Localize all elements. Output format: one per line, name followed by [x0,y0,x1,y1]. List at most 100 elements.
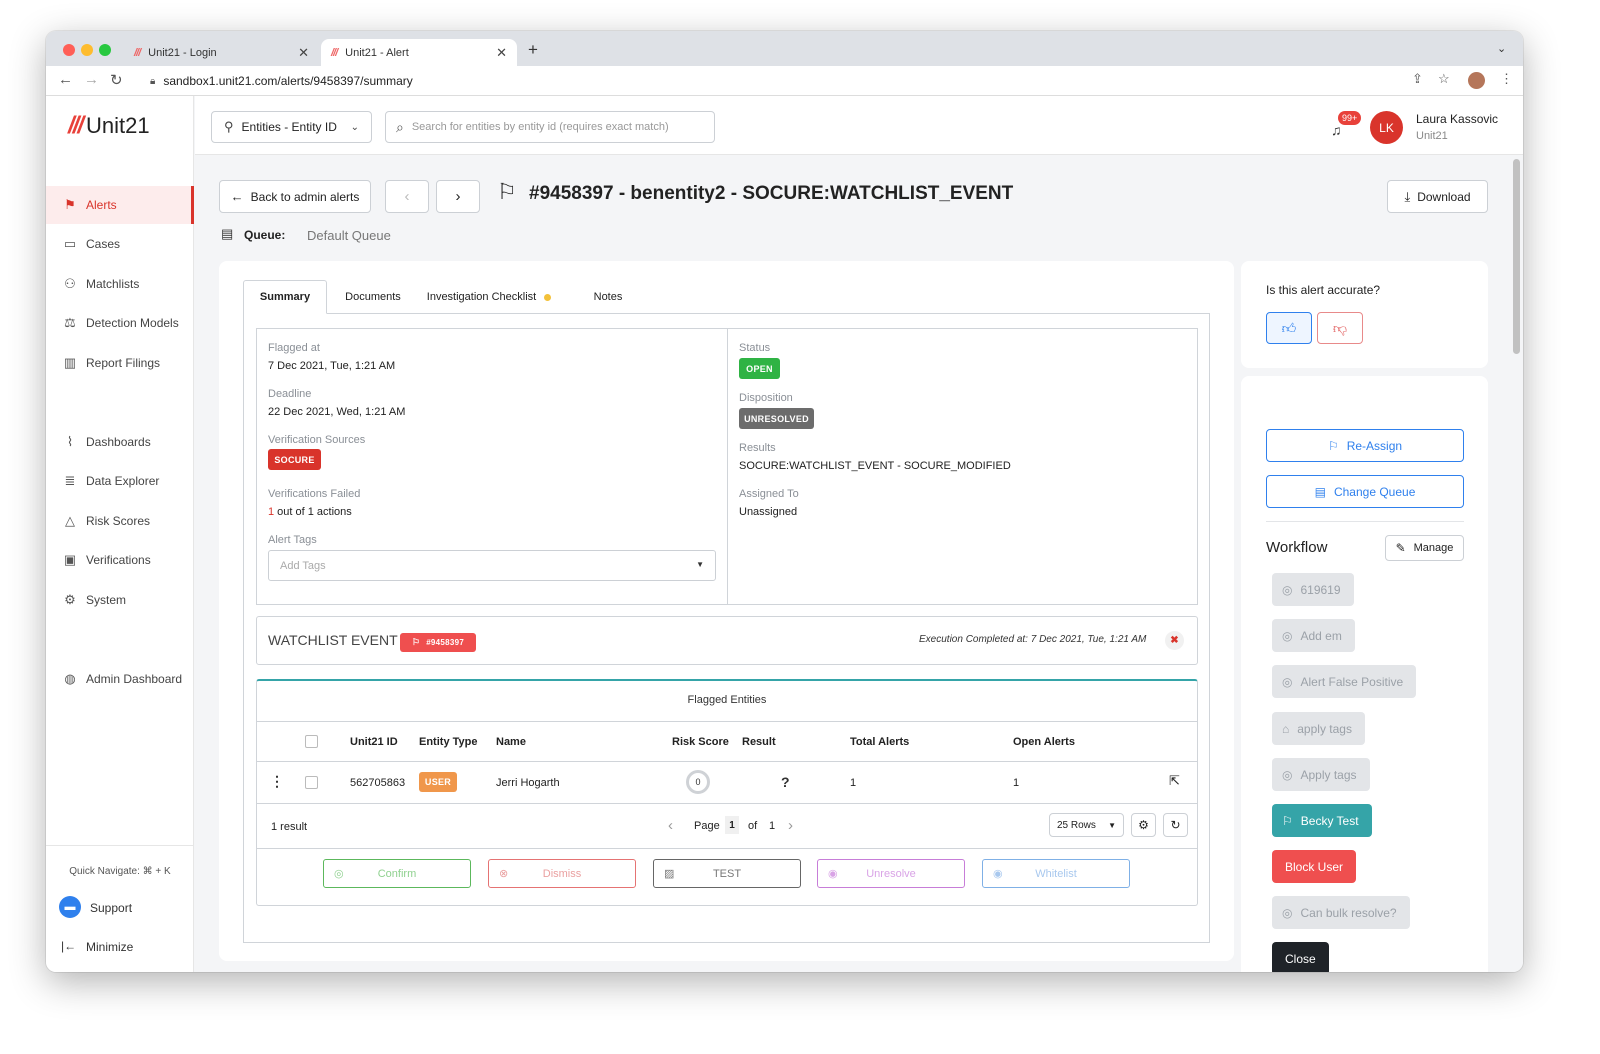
table-settings-button[interactable]: ⚙ [1131,813,1156,837]
change-queue-button[interactable]: ▤ Change Queue [1266,475,1464,508]
share-icon[interactable]: ⇪ [1412,71,1423,87]
column-header-name[interactable]: Name [496,736,526,748]
rows-per-page-select[interactable]: 25 Rows ▼ [1049,813,1124,837]
unresolve-button[interactable]: ◉ Unresolve [817,859,965,888]
table-divider [257,848,1197,849]
column-header-open-alerts[interactable]: Open Alerts [1013,736,1075,748]
page-number-input[interactable]: 1 [725,816,739,834]
cell-unit21-id[interactable]: 562705863 [350,777,405,789]
unit21-logo[interactable]: /// Unit21 [68,112,150,140]
support-chat-icon[interactable]: ▬ [59,896,81,918]
sidebar-item-report-filings[interactable]: ▥ Report Filings [46,344,194,382]
thumbs-down-button[interactable]: 👎︎ [1317,312,1363,344]
dismiss-button[interactable]: ⊗ Dismiss [488,859,636,888]
back-to-alerts-button[interactable]: ← Back to admin alerts [219,180,371,213]
sidebar-item-admin-dashboard[interactable]: ◍ Admin Dashboard [46,660,194,698]
open-external-icon[interactable]: ⇱ [1169,773,1180,789]
sidebar-item-matchlists[interactable]: ⚇ Matchlists [46,265,194,303]
sidebar-item-system[interactable]: ⚙ System [46,581,194,619]
zoom-window-button[interactable] [99,44,111,56]
tab-list-chevron-icon[interactable]: ⌄ [1497,42,1506,55]
tags-placeholder: Add Tags [280,560,326,572]
row-checkbox[interactable] [305,776,318,789]
support-link[interactable]: Support [90,901,132,915]
sidebar-item-detection-models[interactable]: ⚖ Detection Models [46,304,194,342]
whitelist-button[interactable]: ◉ Whitelist [982,859,1130,888]
reassign-button[interactable]: ⚐ Re-Assign [1266,429,1464,462]
can-bulk-resolve-button[interactable]: ◎ Can bulk resolve? [1272,896,1410,929]
minimize-window-button[interactable] [81,44,93,56]
workflow-button-619619[interactable]: ◎ 619619 [1272,573,1354,606]
total-pages: 1 [769,820,776,832]
workflow-label: 619619 [1300,582,1341,597]
sidebar-item-risk-scores[interactable]: △ Risk Scores [46,502,194,540]
chevron-right-icon: › [455,188,461,205]
column-header-total-alerts[interactable]: Total Alerts [850,736,909,748]
bell-icon[interactable]: ♫ [1331,122,1342,138]
column-header-unit21-id[interactable]: Unit21 ID [350,736,398,748]
forward-arrow-icon[interactable]: → [84,71,99,88]
column-header-entity-type[interactable]: Entity Type [419,736,477,748]
flagged-at-label: Flagged at [268,342,320,354]
close-tab-icon[interactable]: ✕ [496,45,507,61]
queue-value[interactable]: Default Queue [307,228,391,243]
minimize-sidebar-button[interactable]: Minimize [86,940,133,954]
workflow-button-apply-tags[interactable]: ⌂ apply tags [1272,712,1365,745]
sidebar-item-verifications[interactable]: ▣ Verifications [46,541,194,579]
new-tab-button[interactable]: + [528,40,538,60]
close-window-button[interactable] [63,44,75,56]
tab-notes[interactable]: Notes [583,280,633,314]
prev-page-chevron-icon[interactable]: ‹ [668,817,673,834]
row-menu-icon[interactable]: ⋮ [270,773,284,790]
scrollbar-thumb[interactable] [1513,159,1520,354]
workflow-button-add-em[interactable]: ◎ Add em [1272,619,1355,652]
thumbs-up-button[interactable]: 👍︎ [1266,312,1312,344]
alert-tags-select[interactable]: Add Tags ▼ [268,550,716,581]
address-bar[interactable]: 🔒︎ sandbox1.unit21.com/alerts/9458397/su… [142,69,1412,93]
results-label: Results [739,442,776,454]
column-header-risk-score[interactable]: Risk Score [672,736,729,748]
notification-count-badge: 99+ [1338,111,1362,125]
download-button[interactable]: ⤓ Download [1387,180,1488,213]
block-user-button[interactable]: Block User [1272,850,1357,883]
test-button[interactable]: ▨ TEST [653,859,801,888]
tab-documents[interactable]: Documents [335,280,411,314]
close-event-icon[interactable]: ✖ [1165,631,1184,650]
column-header-result[interactable]: Result [742,736,776,748]
manage-workflow-button[interactable]: ✎ Manage [1385,535,1464,561]
event-id-badge: ⚐ #9458397 [400,633,476,652]
refresh-table-button[interactable]: ↻ [1163,813,1188,837]
flag-icon: ⚐ [497,179,517,204]
sidebar-item-alerts[interactable]: ⚑ Alerts [46,186,194,224]
sidebar-item-cases[interactable]: ▭ Cases [46,225,194,263]
profile-avatar[interactable] [1468,72,1485,89]
user-icon: ⚲ [224,119,234,134]
cell-name[interactable]: Jerri Hogarth [496,777,560,789]
workflow-button-alert-false-positive[interactable]: ◎ Alert False Positive [1272,665,1417,698]
workflow-button-apply-tags-2[interactable]: ◎ Apply tags [1272,758,1370,791]
close-tab-icon[interactable]: ✕ [298,45,309,61]
reload-icon[interactable]: ↻ [110,71,123,89]
minimize-arrow-icon[interactable]: |← [61,939,76,953]
tab-summary[interactable]: Summary [243,280,327,314]
tab-investigation-checklist[interactable]: Investigation Checklist [424,280,554,314]
next-alert-button[interactable]: › [436,180,480,213]
sidebar-item-dashboards[interactable]: ⌇ Dashboards [46,423,194,461]
sidebar-item-data-explorer[interactable]: ≣ Data Explorer [46,462,194,500]
browser-tab-alert[interactable]: /// Unit21 - Alert ✕ [321,39,517,66]
user-avatar[interactable]: LK [1370,111,1403,144]
previous-alert-button[interactable]: ‹ [385,180,429,213]
user-name[interactable]: Laura Kassovic [1416,112,1498,126]
select-all-checkbox[interactable] [305,735,318,748]
browser-menu-icon[interactable]: ⋮ [1500,71,1513,87]
bookmark-star-icon[interactable]: ☆ [1438,71,1450,87]
confirm-button[interactable]: ◎ Confirm [323,859,471,888]
thumbs-down-icon: 👎︎ [1332,319,1348,336]
entity-type-select[interactable]: ⚲ Entities - Entity ID ⌄ [211,111,372,143]
browser-tab-login[interactable]: /// Unit21 - Login ✕ [124,39,319,66]
becky-test-button[interactable]: ⚐ Becky Test [1272,804,1372,837]
back-arrow-icon[interactable]: ← [58,71,73,88]
entity-search-input[interactable]: ⌕ Search for entities by entity id (requ… [385,111,715,143]
close-alert-button[interactable]: Close [1272,942,1329,972]
next-page-chevron-icon[interactable]: › [788,817,793,834]
